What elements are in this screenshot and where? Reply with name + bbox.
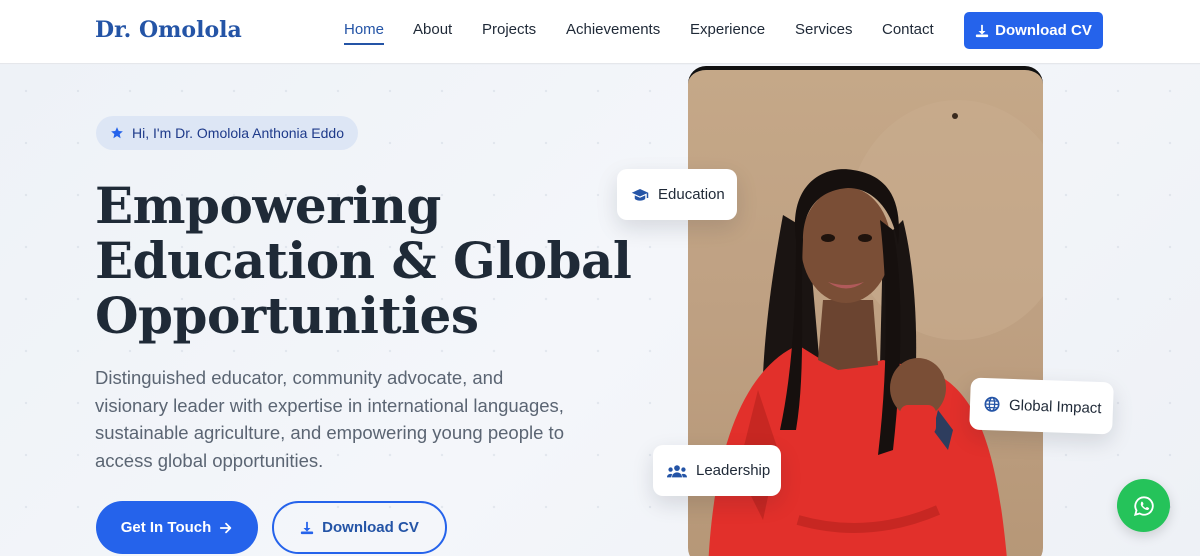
nav-link-services[interactable]: Services: [795, 21, 853, 38]
intro-badge-text: Hi, I'm Dr. Omolola Anthonia Eddo: [132, 125, 344, 141]
global-impact-card: Global Impact: [969, 377, 1114, 435]
nav-link-projects[interactable]: Projects: [482, 21, 536, 38]
leadership-card-label: Leadership: [696, 462, 771, 479]
star-icon: [110, 126, 124, 140]
get-in-touch-label: Get In Touch: [120, 519, 212, 536]
download-cv-hero-button[interactable]: Download CV: [272, 501, 447, 554]
get-in-touch-button[interactable]: Get In Touch: [96, 501, 258, 554]
brand-logo[interactable]: Dr. Omolola: [95, 17, 242, 43]
hero-description: Distinguished educator, community advoca…: [95, 367, 564, 471]
headline-line-1: Empowering: [95, 176, 441, 235]
nav-active-indicator: [344, 43, 384, 45]
global-impact-card-label: Global Impact: [1008, 396, 1102, 417]
download-icon: [975, 24, 989, 38]
education-card: Education: [617, 169, 737, 220]
nav-link-achievements[interactable]: Achievements: [566, 21, 660, 38]
navbar: Dr. Omolola Home About Projects Achievem…: [0, 0, 1200, 64]
graduation-cap-icon: [631, 187, 649, 203]
download-cv-nav-button[interactable]: Download CV: [964, 12, 1103, 49]
download-cv-hero-label: Download CV: [322, 519, 419, 536]
hero-headline: Empowering Education & Global Opportunit…: [95, 176, 632, 345]
nav-link-home[interactable]: Home: [344, 21, 384, 38]
nav-link-experience[interactable]: Experience: [690, 21, 765, 38]
globe-icon: [984, 396, 1001, 413]
headline-line-2: Education & Global: [95, 231, 632, 290]
headline-line-3: Opportunities: [95, 286, 479, 345]
users-icon: [667, 463, 687, 479]
leadership-card: Leadership: [653, 445, 781, 496]
intro-badge: Hi, I'm Dr. Omolola Anthonia Eddo: [96, 116, 358, 150]
download-icon: [300, 521, 314, 535]
nav-link-about[interactable]: About: [413, 21, 452, 38]
education-card-label: Education: [658, 186, 725, 203]
arrow-right-icon: [219, 521, 233, 535]
whatsapp-icon: [1133, 495, 1155, 517]
download-cv-nav-label: Download CV: [995, 22, 1092, 39]
whatsapp-chat-button[interactable]: [1117, 479, 1170, 532]
nav-link-contact[interactable]: Contact: [882, 21, 934, 38]
